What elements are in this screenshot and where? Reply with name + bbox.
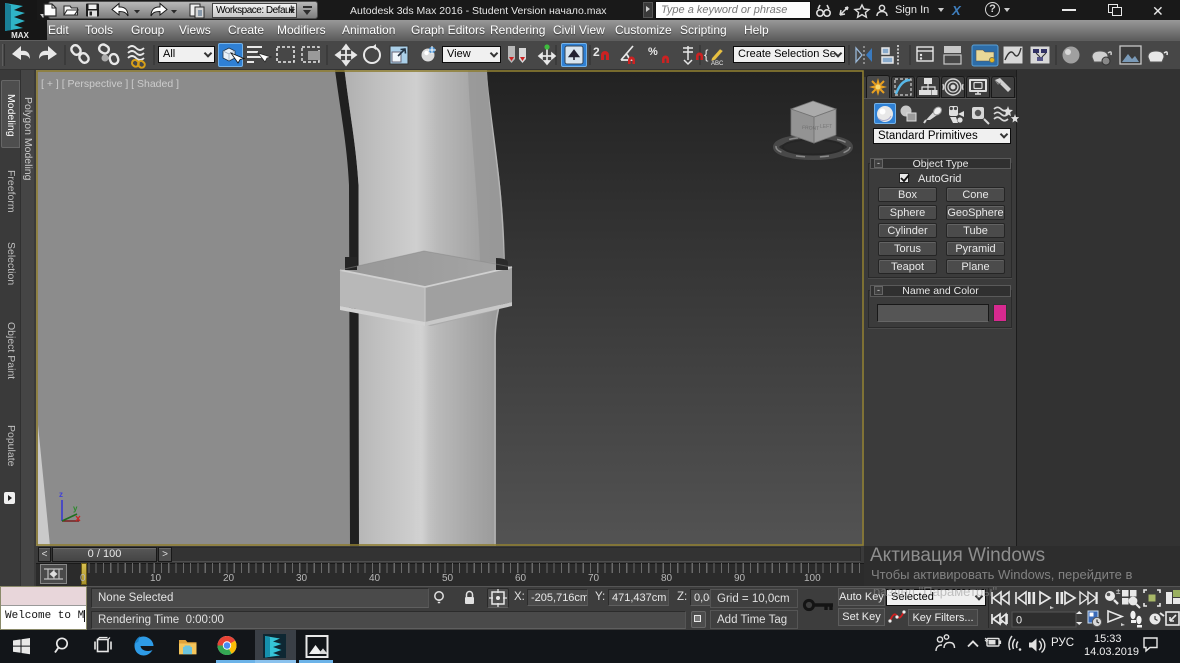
svg-text:2: 2 [593, 45, 600, 59]
svg-text:±: ± [1116, 587, 1121, 596]
svg-text:MAX: MAX [11, 31, 29, 40]
svg-text:0: 0 [1016, 615, 1022, 627]
svg-text:%: % [648, 46, 658, 58]
svg-text:РУС: РУС [1051, 637, 1074, 649]
svg-text:15:33: 15:33 [1094, 633, 1122, 645]
svg-text:{: { [704, 47, 709, 62]
svg-text:y: y [73, 504, 78, 513]
svg-text:z: z [59, 490, 63, 499]
svg-text:FRONT: FRONT [802, 125, 820, 132]
svg-text:LEFT: LEFT [820, 124, 832, 130]
svg-text:14.03.2019: 14.03.2019 [1084, 646, 1139, 658]
svg-text:ABC: ABC [711, 61, 724, 67]
svg-text:[ + ] [ Perspective ] [ Shaded: [ + ] [ Perspective ] [ Shaded ] [41, 78, 179, 90]
